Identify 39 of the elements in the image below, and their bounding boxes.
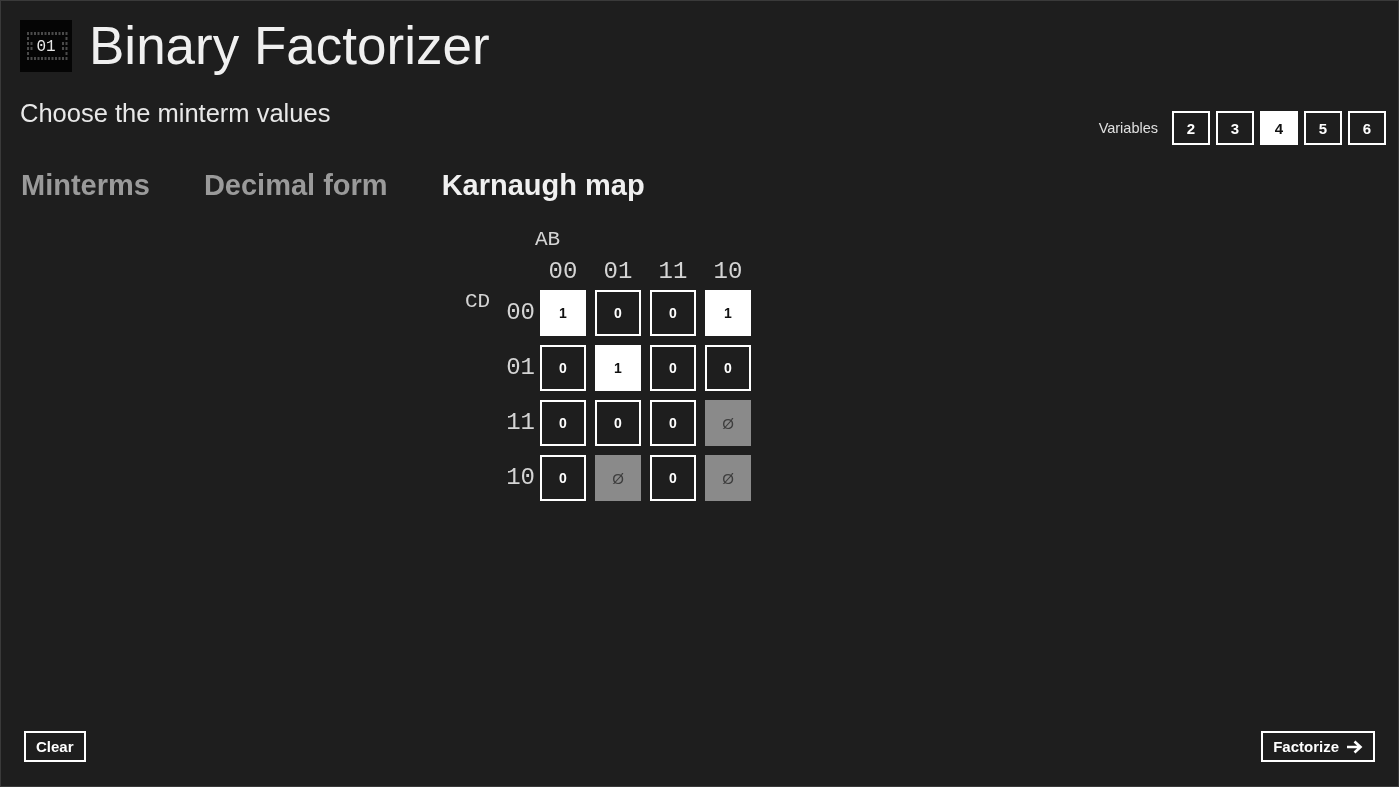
kmap-cell[interactable]: 1 (540, 290, 586, 336)
kmap-cell[interactable]: 0 (540, 345, 586, 391)
column-label: 11 (657, 258, 689, 286)
variable-count-button[interactable]: 5 (1304, 111, 1342, 145)
arrow-right-icon (1346, 739, 1363, 754)
row-label: 10 (506, 463, 535, 493)
tab[interactable]: Decimal form (203, 168, 388, 203)
clear-button[interactable]: Clear (24, 731, 86, 762)
page-subtitle: Choose the minterm values (20, 98, 331, 128)
tab[interactable]: Karnaugh map (441, 168, 645, 203)
kmap-cell[interactable]: 1 (595, 345, 641, 391)
variable-count-button[interactable]: 3 (1216, 111, 1254, 145)
column-variables-label: AB (535, 228, 561, 252)
column-label: 00 (547, 258, 579, 286)
kmap-cell[interactable]: 0 (540, 400, 586, 446)
binary-pattern-icon (27, 32, 68, 60)
row-label: 11 (506, 408, 535, 438)
next-button[interactable]: Factorize (1261, 731, 1375, 762)
kmap-cell[interactable]: 0 (650, 290, 696, 336)
variable-count-button[interactable]: 4 (1260, 111, 1298, 145)
variable-count-button[interactable]: 2 (1172, 111, 1210, 145)
row-label: 01 (506, 353, 535, 383)
kmap-cell[interactable]: 1 (705, 290, 751, 336)
row-variables-label: CD (465, 290, 492, 314)
variable-count-button[interactable]: 6 (1348, 111, 1386, 145)
kmap-cell[interactable]: 0 (650, 400, 696, 446)
kmap-cell[interactable]: 0 (650, 345, 696, 391)
kmap-cell[interactable]: 0 (595, 290, 641, 336)
tab[interactable]: Minterms (21, 168, 150, 203)
kmap-cell[interactable]: 0 (650, 455, 696, 501)
row-label: 00 (506, 298, 535, 328)
kmap-cell[interactable]: 0 (595, 400, 641, 446)
column-label: 10 (712, 258, 744, 286)
app-title: Binary Factorizer (89, 16, 490, 76)
kmap-cell[interactable]: 0 (705, 345, 751, 391)
logo-text: 01 (36, 39, 56, 55)
variables-label: Variables (1098, 120, 1158, 136)
kmap-cell[interactable]: 0 (540, 455, 586, 501)
column-label: 01 (602, 258, 634, 286)
